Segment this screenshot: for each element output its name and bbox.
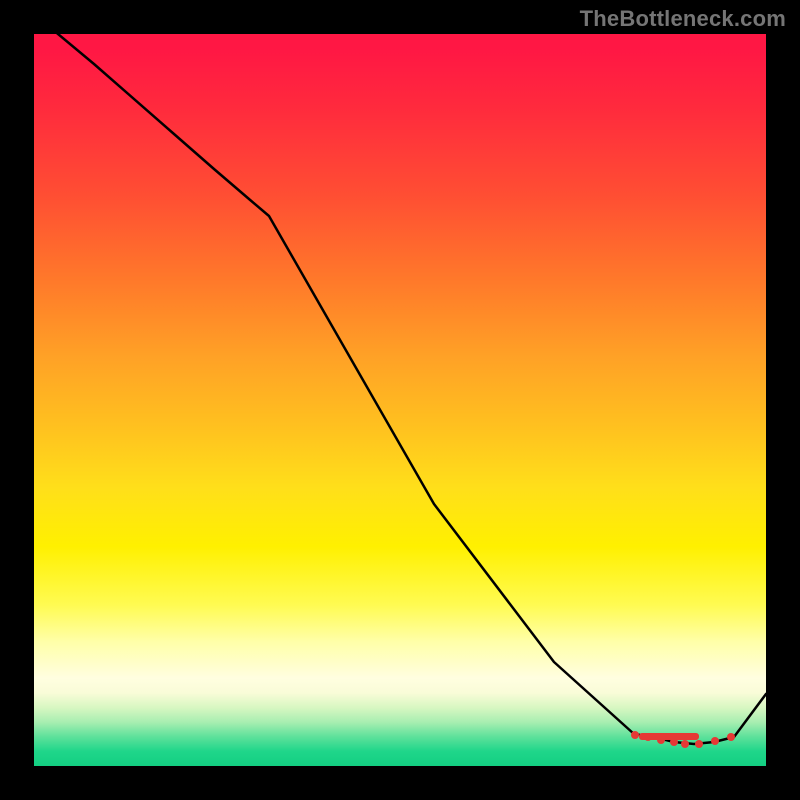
chart-line-layer — [34, 34, 766, 766]
watermark-text: TheBottleneck.com — [580, 6, 786, 32]
chart-series-line — [34, 34, 766, 744]
marker-bar — [639, 733, 699, 740]
marker — [711, 737, 719, 745]
marker — [695, 740, 703, 748]
marker — [631, 731, 639, 739]
marker — [727, 733, 735, 741]
marker — [681, 740, 689, 748]
chart-container: TheBottleneck.com — [0, 0, 800, 800]
chart-plot-area — [34, 34, 766, 766]
